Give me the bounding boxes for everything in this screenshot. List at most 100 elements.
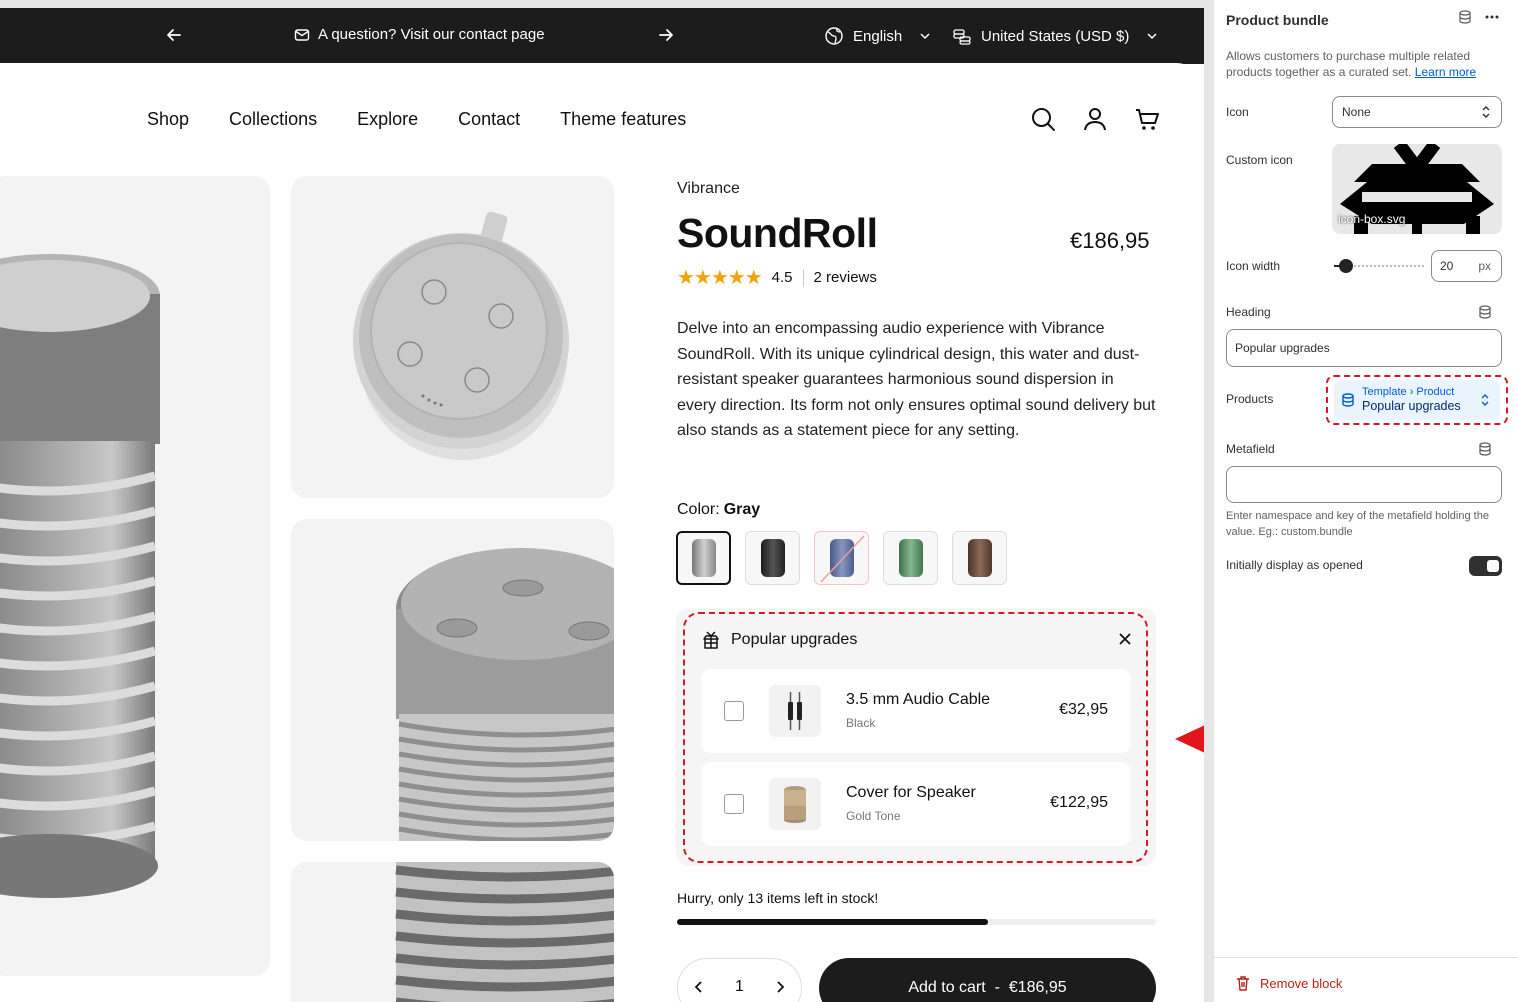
cart-icon[interactable] <box>1134 106 1160 132</box>
custom-icon-filename: icon-box.svg <box>1338 212 1406 226</box>
bundle-highlight-outline <box>683 612 1148 863</box>
swatch-color-fill <box>967 539 992 577</box>
speaker-top-image <box>353 211 569 460</box>
chevron-left-icon[interactable] <box>692 980 706 994</box>
currency-label: United States (USD $) <box>981 27 1130 45</box>
quantity-stepper: 1 <box>677 958 802 1002</box>
nav-item-shop[interactable]: Shop <box>147 109 189 130</box>
coins-icon <box>953 29 971 45</box>
product-image-side-view[interactable] <box>291 519 614 841</box>
icon-select-value: None <box>1342 105 1371 119</box>
database-icon[interactable] <box>1478 442 1492 456</box>
swatch-black[interactable] <box>745 531 800 585</box>
products-label: Products <box>1226 392 1274 406</box>
heading-label: Heading <box>1226 305 1271 319</box>
panel-description: Allows customers to purchase multiple re… <box>1226 48 1506 80</box>
mail-icon <box>294 28 310 41</box>
stock-progress-bar <box>677 919 1156 925</box>
remove-block-label: Remove block <box>1260 975 1343 991</box>
icon-width-slider[interactable] <box>1334 259 1424 273</box>
chevron-down-icon <box>1147 33 1157 40</box>
icon-width-label: Icon width <box>1226 259 1281 273</box>
database-icon[interactable] <box>1478 305 1492 319</box>
product-image-detail[interactable] <box>291 862 614 1002</box>
rating-divider <box>802 268 804 287</box>
swatch-green[interactable] <box>883 531 938 585</box>
speaker-image <box>0 254 160 898</box>
swatch-color-fill <box>898 539 923 577</box>
arrow-right-icon[interactable] <box>656 25 676 45</box>
swatch-color-fill <box>691 539 716 577</box>
initially-open-label: Initially display as opened <box>1226 558 1363 572</box>
speaker-detail-image <box>395 862 614 1002</box>
product-price: €186,95 <box>1070 228 1150 253</box>
metafield-label: Metafield <box>1226 442 1275 456</box>
nav-item-theme-features[interactable]: Theme features <box>560 109 686 130</box>
swatch-brown[interactable] <box>952 531 1007 585</box>
heading-input[interactable]: Popular upgrades <box>1226 329 1502 367</box>
panel-header-actions <box>1458 10 1500 24</box>
metafield-input[interactable] <box>1226 466 1502 503</box>
remove-block-button[interactable]: Remove block <box>1236 975 1342 991</box>
color-value: Gray <box>723 501 761 518</box>
storefront-preview: A question? Visit our contact page Engli… <box>0 0 1204 1002</box>
metafield-hint: Enter namespace and key of the metafield… <box>1226 510 1489 538</box>
more-options-icon[interactable] <box>1484 10 1500 24</box>
account-icon[interactable] <box>1082 106 1108 132</box>
speaker-side-image <box>396 548 614 841</box>
icon-select[interactable]: None <box>1332 96 1502 128</box>
add-to-cart-button[interactable]: Add to cart - €186,95 <box>819 958 1156 1002</box>
block-settings-panel: Product bundle Allows customers to purch… <box>1213 0 1518 1002</box>
color-label: Color: Gray <box>677 501 760 519</box>
language-label: English <box>853 27 903 45</box>
star-rating-icon: ★★★★★ <box>677 267 763 289</box>
product-vendor[interactable]: Vibrance <box>677 180 740 198</box>
announcement-text: A question? Visit our contact page <box>318 26 545 43</box>
product-title: SoundRoll <box>677 210 878 256</box>
swatch-gray[interactable] <box>676 531 731 585</box>
main-nav: Shop Collections Explore Contact Theme f… <box>147 109 686 130</box>
chevron-right-icon[interactable] <box>773 980 787 994</box>
nav-item-contact[interactable]: Contact <box>458 109 520 130</box>
color-swatches <box>676 531 1007 585</box>
panel-title: Product bundle <box>1226 12 1329 28</box>
arrow-left-icon[interactable] <box>164 25 184 45</box>
product-image-top-view[interactable] <box>291 176 614 498</box>
database-icon[interactable] <box>1458 10 1472 24</box>
language-selector[interactable]: English <box>824 26 931 46</box>
icon-width-input[interactable]: 20 px <box>1431 250 1502 282</box>
swatch-color-fill <box>760 539 785 577</box>
unavailable-slash-icon <box>820 535 865 583</box>
preview-top-gap <box>0 0 1204 8</box>
icon-width-unit: px <box>1478 259 1491 273</box>
color-label-text: Color: <box>677 501 720 518</box>
header-icons <box>1030 106 1160 132</box>
announcement-bar: A question? Visit our contact page Engli… <box>0 8 1204 64</box>
nav-item-explore[interactable]: Explore <box>357 109 418 130</box>
products-highlight-outline <box>1326 375 1508 425</box>
custom-icon-picker[interactable]: icon-box.svg <box>1332 144 1502 234</box>
stock-progress-fill <box>677 919 989 925</box>
select-chevrons-icon <box>1482 106 1490 118</box>
learn-more-link[interactable]: Learn more <box>1415 65 1476 79</box>
icon-label: Icon <box>1226 105 1249 119</box>
panel-footer: Remove block <box>1214 957 1518 1002</box>
announcement-message[interactable]: A question? Visit our contact page <box>294 26 545 43</box>
swatch-blue-unavailable[interactable] <box>814 531 869 585</box>
rating-value: 4.5 <box>771 269 793 286</box>
chevron-down-icon <box>920 33 930 40</box>
product-description: Delve into an encompassing audio experie… <box>677 320 1156 440</box>
nav-item-collections[interactable]: Collections <box>229 109 317 130</box>
currency-selector[interactable]: United States (USD $) <box>952 26 1158 46</box>
product-image-main[interactable] <box>0 176 270 976</box>
initially-open-toggle[interactable] <box>1469 556 1502 576</box>
search-icon[interactable] <box>1030 106 1056 132</box>
trash-icon <box>1237 976 1249 991</box>
annotation-arrow-icon <box>1175 725 1204 753</box>
icon-width-value: 20 <box>1440 259 1454 273</box>
product-rating: ★★★★★ 4.5 2 reviews <box>677 265 877 290</box>
reviews-link[interactable]: 2 reviews <box>814 269 877 286</box>
toggle-knob <box>1487 560 1499 572</box>
quantity-value[interactable]: 1 <box>735 978 744 996</box>
slider-handle[interactable] <box>1339 259 1353 273</box>
